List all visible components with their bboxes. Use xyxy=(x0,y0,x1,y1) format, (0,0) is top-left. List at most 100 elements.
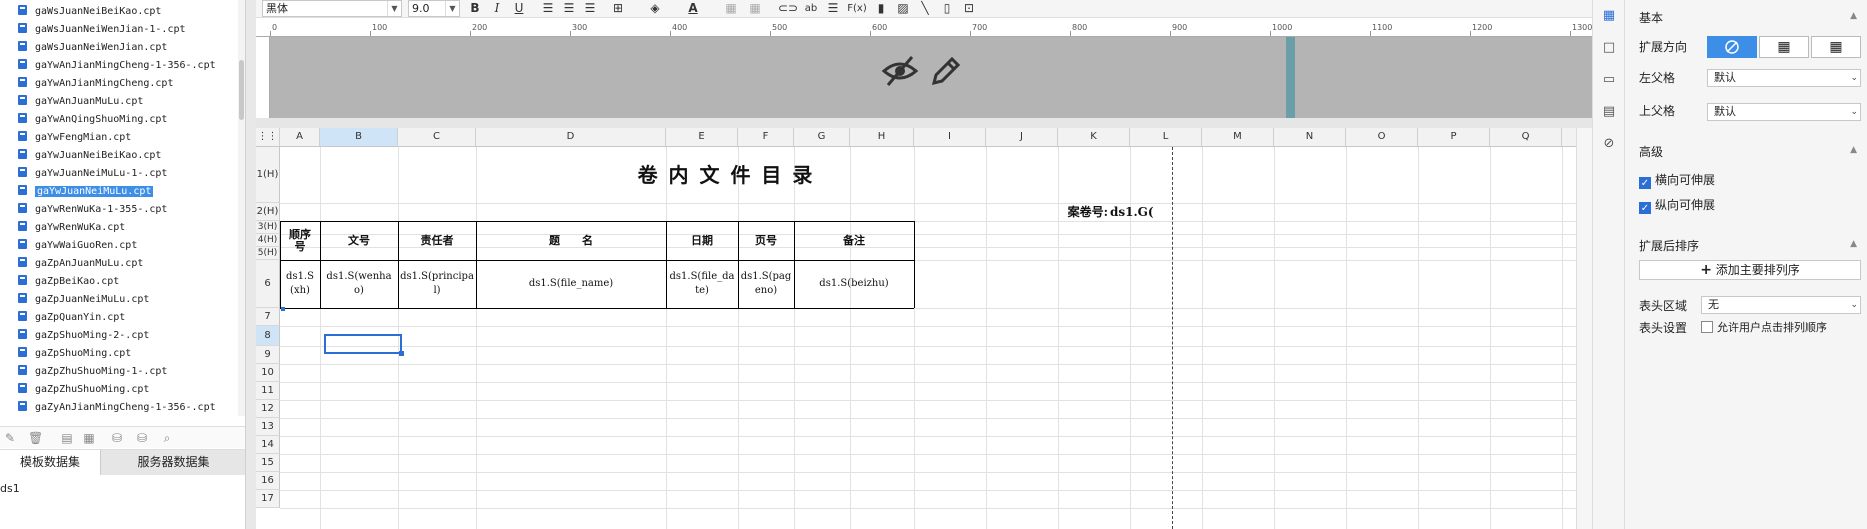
row-header[interactable]: 1(H) xyxy=(256,147,280,203)
file-tree-item[interactable]: gaYwRenWuKa-1-355-.cpt xyxy=(18,202,170,218)
file-tree-item[interactable]: gaYwWaiGuoRen.cpt xyxy=(18,238,140,254)
dataset-edit-icon[interactable]: ▦ xyxy=(82,431,96,445)
table-header-cell[interactable]: 题 名 xyxy=(476,221,666,260)
row-header[interactable]: 3(H) xyxy=(256,221,280,234)
data-binding-cell[interactable]: ds1.S(file_date) xyxy=(666,260,738,308)
vertical-expand-checkbox[interactable]: ✓ 纵向可伸展 xyxy=(1639,196,1715,214)
tab-template-dataset[interactable]: 模板数据集 xyxy=(0,450,100,475)
cell-attribute-icon[interactable]: ▦ xyxy=(1601,8,1617,24)
splitter[interactable] xyxy=(246,0,256,529)
horizontal-expand-checkbox[interactable]: ✓ 横向可伸展 xyxy=(1639,171,1715,189)
text-cell-button[interactable]: ab xyxy=(802,0,820,17)
file-tree-item[interactable]: gaZpBeiKao.cpt xyxy=(18,274,122,290)
bold-button[interactable]: B xyxy=(466,0,484,17)
case-number-label[interactable]: 案卷号: xyxy=(1028,203,1108,221)
row-header[interactable]: 5(H) xyxy=(256,247,280,260)
collapse-icon[interactable]: ▲ xyxy=(1850,239,1857,249)
top-parent-select[interactable]: 默认 ⌄ xyxy=(1707,103,1861,121)
align-center-icon[interactable]: ☰ xyxy=(560,0,578,17)
link-icon[interactable]: ⊂⊃ xyxy=(778,0,798,17)
file-tree-item[interactable]: gaYwJuanNeiMuLu-1-.cpt xyxy=(18,166,170,182)
data-binding-cell[interactable]: ds1.S(wenhao) xyxy=(320,260,398,308)
table-header-cell[interactable]: 文号 xyxy=(320,221,398,260)
search-icon[interactable]: ⌕ xyxy=(160,431,174,445)
add-sort-button[interactable]: + 添加主要排列序 xyxy=(1639,260,1861,280)
data-binding-cell[interactable]: ds1.S(beizhu) xyxy=(794,260,914,308)
row-header[interactable]: 15 xyxy=(256,454,280,472)
table-header-cell[interactable]: 备注 xyxy=(794,221,914,260)
edit-pencil-icon[interactable] xyxy=(926,51,966,91)
row-header[interactable]: 9 xyxy=(256,346,280,364)
font-family-select[interactable]: 黑体 ▼ xyxy=(262,0,402,17)
collapse-icon[interactable]: ▲ xyxy=(1850,11,1857,21)
border-icon[interactable]: ⊞ xyxy=(609,0,627,17)
fill-color-icon[interactable]: ◈ xyxy=(646,0,664,17)
collapse-icon[interactable]: ▲ xyxy=(1850,145,1857,155)
row-header[interactable]: 12 xyxy=(256,400,280,418)
tree-scroll-thumb[interactable] xyxy=(239,60,244,120)
row-header[interactable]: 8 xyxy=(256,326,280,346)
file-tree-item[interactable]: gaYwAnJianMingCheng-1-356-.cpt xyxy=(18,58,219,74)
align-right-icon[interactable]: ☰ xyxy=(581,0,599,17)
data-binding-cell[interactable]: ds1.S(xh) xyxy=(280,260,320,308)
file-tree-item[interactable]: gaZyAnJianMingCheng-1-356-.cpt xyxy=(18,400,219,416)
section-advanced[interactable]: 高级 xyxy=(1639,143,1663,160)
sheet-vertical-scrollbar[interactable] xyxy=(1576,128,1592,529)
italic-button[interactable]: I xyxy=(488,0,506,17)
data-binding-cell[interactable]: ds1.S(pageno) xyxy=(738,260,794,308)
cell-element-icon[interactable]: □ xyxy=(1601,40,1617,56)
section-basic[interactable]: 基本 xyxy=(1639,9,1663,26)
select-all-corner[interactable]: ⋮⋮ xyxy=(256,128,280,146)
allow-sort-checkbox[interactable]: 允许用户点击排列顺序 xyxy=(1701,319,1827,335)
row-header[interactable]: 13 xyxy=(256,418,280,436)
column-header[interactable]: J xyxy=(986,128,1058,146)
column-header[interactable]: Q xyxy=(1490,128,1562,146)
more-border-icon[interactable]: ⊡ xyxy=(960,0,978,17)
row-header[interactable]: 4(H) xyxy=(256,234,280,247)
header-area-select[interactable]: 无 ⌄ xyxy=(1701,296,1861,314)
table-header-cell[interactable]: 日期 xyxy=(666,221,738,260)
data-binding-cell[interactable]: ds1.S(principal) xyxy=(398,260,476,308)
column-header[interactable]: I xyxy=(914,128,986,146)
file-tree-item[interactable]: gaYwAnJianMingCheng.cpt xyxy=(18,76,176,92)
row-header[interactable]: 17 xyxy=(256,490,280,508)
table-header-cell[interactable]: 责任者 xyxy=(398,221,476,260)
column-header[interactable]: H xyxy=(850,128,914,146)
selected-cell-b8[interactable] xyxy=(324,334,402,354)
column-header[interactable]: N xyxy=(1274,128,1346,146)
row-header[interactable]: 11 xyxy=(256,382,280,400)
widget-icon[interactable]: ▭ xyxy=(1601,72,1617,88)
tab-server-dataset[interactable]: 服务器数据集 xyxy=(100,450,245,475)
image-icon[interactable]: ▨ xyxy=(894,0,912,17)
row-header[interactable]: 14 xyxy=(256,436,280,454)
file-tree-item[interactable]: gaYwAnJuanMuLu.cpt xyxy=(18,94,146,110)
slash-icon[interactable]: ╲ xyxy=(916,0,934,17)
table-header-cell[interactable]: 页号 xyxy=(738,221,794,260)
sub-report-icon[interactable]: ▯ xyxy=(938,0,956,17)
file-tree-item[interactable]: gaWsJuanNeiBeiKao.cpt xyxy=(18,4,164,20)
file-tree-item[interactable]: gaZpJuanNeiMuLu.cpt xyxy=(18,292,152,308)
row-header[interactable]: 6 xyxy=(256,260,280,308)
split-cells-icon[interactable]: ▦ xyxy=(746,0,764,17)
fill-handle[interactable] xyxy=(399,351,404,356)
tree-scrollbar[interactable] xyxy=(238,0,245,416)
row-header[interactable]: 7 xyxy=(256,308,280,326)
row-header[interactable]: 16 xyxy=(256,472,280,490)
spreadsheet-grid[interactable]: ⋮⋮ A B C D E F G H I J K L M N O P Q 1(H) 2(H) 3(H) 4(H) 5(H)… xyxy=(256,128,1576,529)
expand-none-button[interactable] xyxy=(1707,36,1757,58)
section-sort[interactable]: 扩展后排序 xyxy=(1639,237,1699,254)
preview-icon[interactable]: ▤ xyxy=(60,431,74,445)
column-header[interactable]: F xyxy=(738,128,794,146)
column-header[interactable]: K xyxy=(1058,128,1130,146)
file-tree-item[interactable]: gaWsJuanNeiWenJian.cpt xyxy=(18,40,170,56)
table-header-cell[interactable]: 顺序号 xyxy=(280,221,320,260)
row-header[interactable]: 2(H) xyxy=(256,203,280,221)
chart-icon[interactable]: ▮ xyxy=(872,0,890,17)
file-tree-item[interactable]: gaZpZhuShuoMing.cpt xyxy=(18,382,152,398)
hyperlink-icon[interactable]: ⊘ xyxy=(1601,136,1617,152)
file-tree-item[interactable]: gaYwAnQingShuoMing.cpt xyxy=(18,112,170,128)
file-tree-item[interactable]: gaYwJuanNeiMuLu.cpt xyxy=(18,184,156,200)
file-tree-item[interactable]: gaYwJuanNeiBeiKao.cpt xyxy=(18,148,164,164)
file-tree-item[interactable]: gaZpShuoMing-2-.cpt xyxy=(18,328,152,344)
dataset-item[interactable]: ds1 xyxy=(0,482,20,495)
